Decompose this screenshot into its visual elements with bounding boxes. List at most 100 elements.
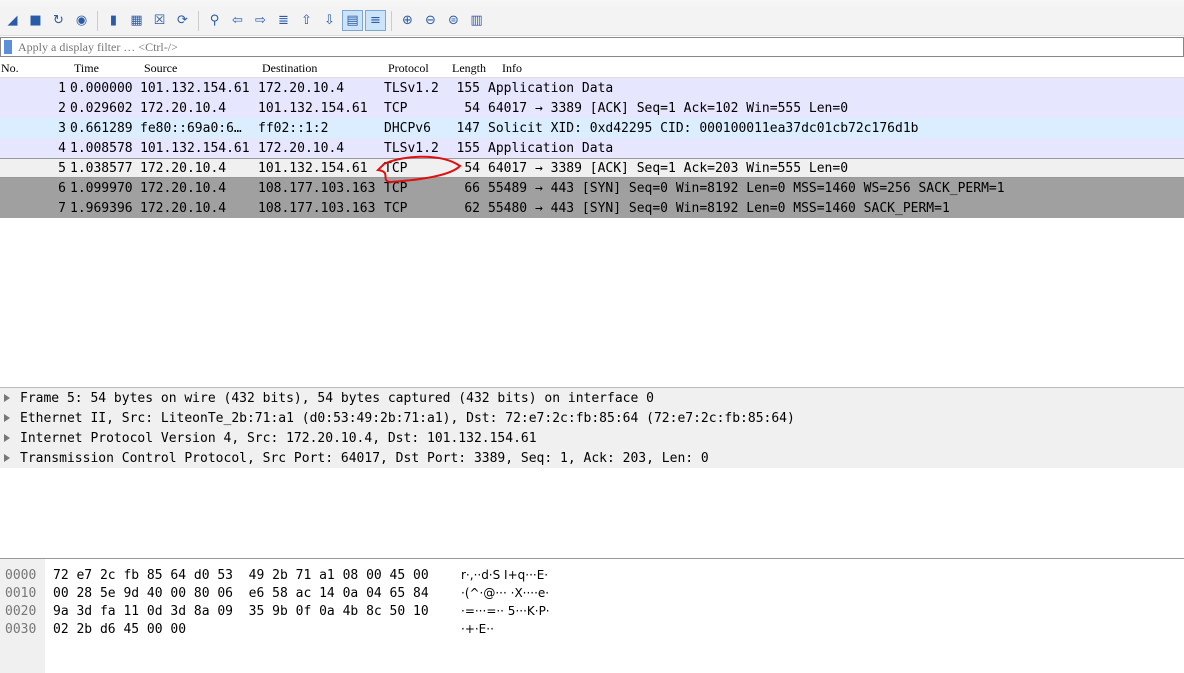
hex-row: 0010 00 28 5e 9d 40 00 80 06 e6 58 ac 14 … [0,584,1184,602]
display-filter-input[interactable] [18,39,1118,55]
autoscroll-icon[interactable]: ▤ [342,10,363,31]
packet-row[interactable]: 4 1.008578 101.132.154.61 172.20.10.4 TLSv1.… [0,138,1184,158]
detail-text: Frame 5: 54 bytes on wire (432 bits), 54… [20,390,654,406]
go-forward-icon[interactable]: ⇨ [250,10,271,31]
packet-row[interactable]: 5 1.038577 172.20.10.4 101.132.154.61 TCP 54 6… [0,158,1184,178]
packet-src: 172.20.10.4 [140,100,227,116]
column-header-info[interactable]: Info [502,61,1184,76]
toolbar-separator [391,10,392,31]
packet-src: fe80::69a0:6… [140,120,242,136]
expand-triangle-icon[interactable] [4,394,10,402]
zoom-normal-icon[interactable]: ⊜ [443,10,464,31]
packet-time: 0.000000 [70,80,133,96]
hex-off[interactable]: 0010 [0,586,53,601]
hex-hex[interactable]: 00 28 5e 9d 40 00 80 06 e6 58 ac 14 0a 0… [53,586,461,601]
packet-no: 6 [58,180,66,196]
packet-time: 0.661289 [70,120,133,136]
packet-time: 1.969396 [70,200,133,216]
column-header-destination[interactable]: Destination [262,61,388,76]
packet-len: 155 [456,80,480,96]
packet-dst: 172.20.10.4 [258,140,345,156]
bookmark-icon[interactable] [4,40,12,54]
zoom-in-icon[interactable]: ⊕ [397,10,418,31]
hex-row: 0000 72 e7 2c fb 85 64 d0 53 49 2b 71 a1 … [0,566,1184,584]
packet-time: 0.029602 [70,100,133,116]
hex-ascii[interactable]: ·(^·@··· ·X····e· [461,586,549,600]
options-gear-icon[interactable]: ◉ [71,10,92,31]
shark-fin-start-icon[interactable]: ◢ [2,10,23,31]
packet-list-header: No. Time Source Destination Protocol Length In… [0,60,1184,78]
hex-ascii[interactable]: r·,··d·S I+q···E· [461,568,548,582]
restart-icon[interactable]: ↻ [48,10,69,31]
reload-icon[interactable]: ⟳ [172,10,193,31]
packet-len: 147 [456,120,480,136]
packet-dst: ff02::1:2 [258,120,329,136]
packet-dst: 108.177.103.163 [258,200,376,216]
packet-info: 64017 → 3389 [ACK] Seq=1 Ack=102 Win=555… [488,100,849,116]
packet-row[interactable]: 1 0.000000 101.132.154.61 172.20.10.4 TLSv1.… [0,78,1184,98]
close-file-icon[interactable]: ☒ [149,10,170,31]
packet-row[interactable]: 3 0.661289 fe80::69a0:6… ff02::1:2 DHCPv6 147… [0,118,1184,138]
column-header-time[interactable]: Time [74,61,144,76]
packet-row[interactable]: 6 1.099970 172.20.10.4 108.177.103.163 TCP 66… [0,178,1184,198]
resize-columns-icon[interactable]: ▥ [466,10,487,31]
expand-triangle-icon[interactable] [4,434,10,442]
packet-src: 101.132.154.61 [140,80,250,96]
detail-tree-item[interactable]: Ethernet II, Src: LiteonTe_2b:71:a1 (d0:… [0,408,1184,428]
save-file-icon[interactable]: ▦ [126,10,147,31]
packet-proto: TCP [384,100,408,116]
hex-off[interactable]: 0030 [0,622,53,637]
packet-info: 64017 → 3389 [ACK] Seq=1 Ack=203 Win=555… [488,160,849,176]
packet-row[interactable]: 2 0.029602 172.20.10.4 101.132.154.61 TCP 54 6… [0,98,1184,118]
hex-ascii[interactable]: ·+·E·· [461,622,494,636]
packet-src: 172.20.10.4 [140,160,227,176]
column-header-source[interactable]: Source [144,61,262,76]
packet-no: 4 [58,140,66,156]
column-header-protocol[interactable]: Protocol [388,61,452,76]
last-packet-icon[interactable]: ⇩ [319,10,340,31]
column-header-no[interactable]: No. [0,61,74,76]
packet-src: 172.20.10.4 [140,180,227,196]
hex-hex[interactable]: 02 2b d6 45 00 00 [53,622,461,637]
open-folder-icon[interactable]: ▮ [103,10,124,31]
packet-no: 3 [58,120,66,136]
hex-ascii[interactable]: ·=···=·· 5···K·P· [461,604,550,618]
hex-off[interactable]: 0000 [0,568,53,583]
packet-src: 172.20.10.4 [140,200,227,216]
go-to-packet-icon[interactable]: ≣ [273,10,294,31]
packet-proto: TCP [384,200,408,216]
colorize-icon[interactable]: ≡ [365,10,386,31]
hex-off[interactable]: 0020 [0,604,53,619]
column-header-length[interactable]: Length [452,61,502,76]
detail-tree-item[interactable]: Internet Protocol Version 4, Src: 172.20… [0,428,1184,448]
packet-proto: DHCPv6 [384,120,431,136]
toolbar-separator [97,10,98,31]
find-icon[interactable]: ⚲ [204,10,225,31]
packet-no: 2 [58,100,66,116]
packet-bytes: 0000 72 e7 2c fb 85 64 d0 53 49 2b 71 a1 … [0,558,1184,673]
hex-row: 0030 02 2b d6 45 00 00 ·+·E·· [0,620,1184,638]
packet-row[interactable]: 7 1.969396 172.20.10.4 108.177.103.163 TCP 62… [0,198,1184,218]
packet-proto: TLSv1.2 [384,80,439,96]
packet-info: 55489 → 443 [SYN] Seq=0 Win=8192 Len=0 M… [488,180,1005,196]
detail-tree-item[interactable]: Frame 5: 54 bytes on wire (432 bits), 54… [0,388,1184,408]
stop-icon[interactable]: ■ [25,10,46,31]
detail-text: Transmission Control Protocol, Src Port:… [20,450,709,466]
go-back-icon[interactable]: ⇦ [227,10,248,31]
hex-hex[interactable]: 72 e7 2c fb 85 64 d0 53 49 2b 71 a1 08 0… [53,568,461,583]
detail-text: Internet Protocol Version 4, Src: 172.20… [20,430,537,446]
hex-hex[interactable]: 9a 3d fa 11 0d 3d 8a 09 35 9b 0f 0a 4b 8… [53,604,461,619]
packet-time: 1.038577 [70,160,133,176]
expand-triangle-icon[interactable] [4,414,10,422]
packet-src: 101.132.154.61 [140,140,250,156]
expand-triangle-icon[interactable] [4,454,10,462]
detail-tree-item[interactable]: Transmission Control Protocol, Src Port:… [0,448,1184,468]
zoom-out-icon[interactable]: ⊖ [420,10,441,31]
packet-time: 1.008578 [70,140,133,156]
packet-details: Frame 5: 54 bytes on wire (432 bits), 54… [0,387,1184,557]
detail-text: Ethernet II, Src: LiteonTe_2b:71:a1 (d0:… [20,410,795,426]
packet-len: 54 [464,100,480,116]
main-toolbar: ◢ ■ ↻ ◉ ▮ ▦ ☒ ⟳ ⚲ ⇦ ⇨ ≣ ⇧ ⇩ ▤ ≡ ⊕ ⊖ ⊜ ▥ [0,6,1184,36]
packet-info: Application Data [488,80,614,96]
first-packet-icon[interactable]: ⇧ [296,10,317,31]
